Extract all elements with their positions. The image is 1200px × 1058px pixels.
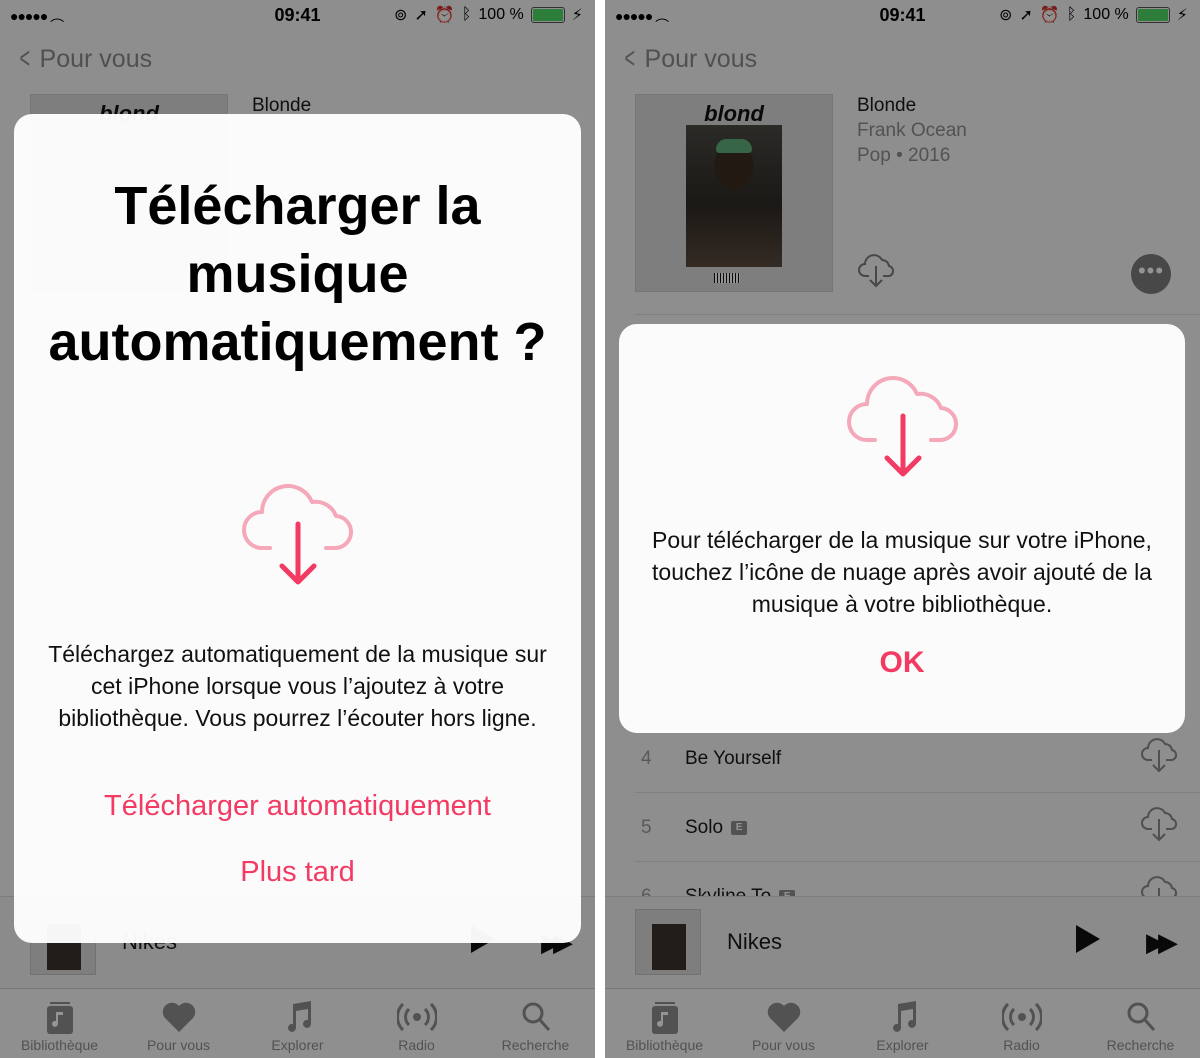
dialog-body: Téléchargez automatiquement de la musiqu… [48, 641, 547, 731]
screen-left: ●●●●● ︵ 09:41 ⊚ ➚ ⏰ ᛒ 100 % ⚡ < Pour vou… [0, 0, 595, 1058]
download-info-dialog: Pour télécharger de la musique sur votre… [619, 324, 1185, 733]
dialog-body: Pour télécharger de la musique sur votre… [652, 527, 1152, 617]
ok-button[interactable]: OK [619, 646, 1185, 680]
screen-right: ●●●●● ︵ 09:41 ⊚ ➚ ⏰ ᛒ 100 % ⚡ < Pour vou… [605, 0, 1200, 1058]
auto-download-dialog: Télécharger la musique automatiquement ?… [14, 114, 581, 943]
screens-divider [595, 0, 605, 1058]
cloud-download-icon [240, 482, 356, 597]
later-button[interactable]: Plus tard [14, 856, 581, 889]
cloud-download-icon [845, 374, 961, 489]
dialog-headline: Télécharger la musique automatiquement ? [48, 176, 547, 372]
download-automatically-button[interactable]: Télécharger automatiquement [14, 790, 581, 823]
